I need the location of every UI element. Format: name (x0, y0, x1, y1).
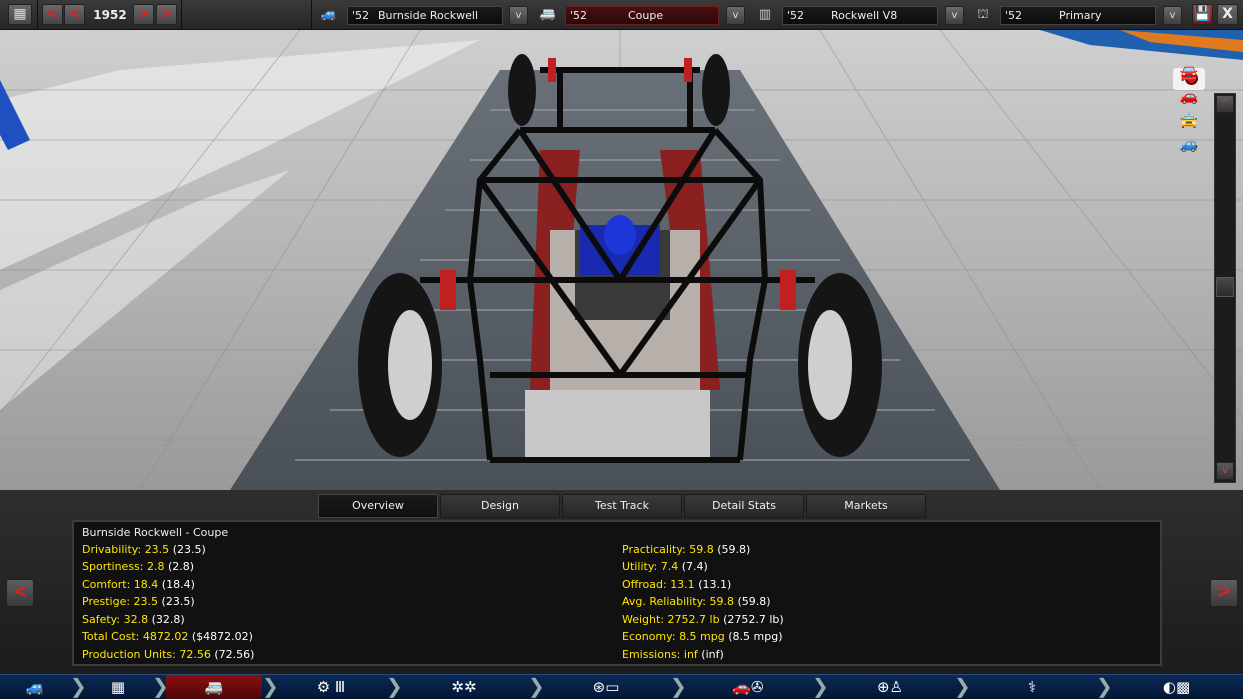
engine-name: Rockwell V8 (831, 9, 898, 22)
stat-avg-reliability: Avg. Reliability: 59.8 (59.8) (622, 595, 771, 608)
variant-name: Primary (1059, 9, 1102, 22)
engine-select[interactable]: '52 Rockwell V8 (782, 6, 938, 25)
car-side-icon[interactable]: 🚗 (1174, 88, 1204, 104)
chassis-icon[interactable]: ▦ (84, 675, 152, 699)
engine-year: '52 (787, 9, 805, 22)
car-front-icon[interactable]: 🚘 (1174, 65, 1204, 81)
car-designer-screen: ▦ < < 1952 > > 🚙 '52 Burnside Rockwell v… (0, 0, 1243, 699)
chevron-right-icon: ❯ (954, 674, 971, 698)
save-icon[interactable]: 💾 (1192, 4, 1213, 25)
model-select[interactable]: '52 Burnside Rockwell (347, 6, 503, 25)
stat-prestige: Prestige: 23.5 (23.5) (82, 595, 195, 608)
3d-viewport[interactable]: 🚘 🚗 🚖 🚙 ^ v ✕ (0, 30, 1243, 490)
car-body-icon: 🚐 (539, 7, 557, 22)
aero-icon[interactable]: 🚗✇ (684, 675, 812, 699)
stat-comfort: Comfort: 18.4 (18.4) (82, 578, 195, 591)
trim-dropdown-button[interactable]: v (726, 6, 745, 25)
model-dropdown-button[interactable]: v (509, 6, 528, 25)
stat-production-units: Production Units: 72.56 (72.56) (82, 648, 255, 661)
car-model-icon[interactable]: 🚙 (0, 675, 70, 699)
tab-overview[interactable]: Overview (318, 494, 438, 518)
engine-dropdown-button[interactable]: v (945, 6, 964, 25)
tab-detail-stats[interactable]: Detail Stats (684, 494, 804, 518)
stat-utility: Utility: 7.4 (7.4) (622, 560, 708, 573)
tab-test-track[interactable]: Test Track (562, 494, 682, 518)
trim-select[interactable]: '52 Coupe (565, 6, 719, 25)
stat-safety: Safety: 32.8 (32.8) (82, 613, 185, 626)
tab-design[interactable]: Design (440, 494, 560, 518)
stat-emissions: Emissions: inf (inf) (622, 648, 724, 661)
model-year: '52 (352, 9, 370, 22)
scroll-down-button[interactable]: v (1216, 462, 1234, 480)
variant-year: '52 (1005, 9, 1023, 22)
engine-variant-icon: ⛫ (977, 7, 989, 22)
car-rear-icon[interactable]: 🚖 (1174, 112, 1204, 128)
stat-weight: Weight: 2752.7 lb (2752.7 lb) (622, 613, 784, 626)
chevron-right-icon: ❯ (386, 674, 403, 698)
stat-offroad: Offroad: 13.1 (13.1) (622, 578, 732, 591)
chassis-render (0, 30, 1243, 490)
next-page-button[interactable]: > (1210, 579, 1238, 607)
stat-drivability: Drivability: 23.5 (23.5) (82, 543, 206, 556)
year-back-far-button[interactable]: < (42, 4, 63, 25)
overview-stats-box: Burnside Rockwell - Coupe Drivability: 2… (72, 520, 1162, 666)
prev-page-button[interactable]: < (6, 579, 34, 607)
chevron-right-icon: ❯ (262, 674, 279, 698)
close-button[interactable]: X (1217, 4, 1238, 25)
finish-icon[interactable]: ◐▩ (1110, 675, 1243, 699)
engine-icon: ▥ (758, 7, 772, 22)
year-back-button[interactable]: < (64, 4, 85, 25)
car-top-icon[interactable]: 🚙 (1174, 136, 1204, 152)
trim-name: Coupe (628, 9, 664, 22)
scroll-thumb[interactable] (1216, 277, 1234, 297)
design-stage-nav: 🚙 ❯ ▦ ❯ 🚐 ❯ ⚙ Ⅲ ❯ ✲✲ ❯ ⊛▭ ❯ 🚗✇ ❯ ⊕♙ ❯ ⚕ … (0, 674, 1243, 699)
variant-dropdown-button[interactable]: v (1163, 6, 1182, 25)
trim-year: '52 (570, 9, 588, 22)
wheels-icon[interactable]: ✲✲ (400, 675, 528, 699)
car-model-icon: 🚙 (320, 7, 338, 22)
chevron-right-icon: ❯ (70, 674, 87, 698)
body-icon[interactable]: 🚐 (166, 675, 262, 699)
stats-panel: Overview Design Test Track Detail Stats … (0, 490, 1243, 674)
chevron-right-icon: ❯ (812, 674, 829, 698)
engine-gearbox-icon[interactable]: ⚙ Ⅲ (276, 675, 386, 699)
stat-total-cost: Total Cost: 4872.02 ($4872.02) (82, 630, 253, 643)
model-name: Burnside Rockwell (378, 9, 479, 22)
suspension-icon[interactable]: ⚕ (968, 675, 1096, 699)
interior-icon[interactable]: ⊕♙ (826, 675, 954, 699)
chevron-right-icon: ❯ (1096, 674, 1113, 698)
variant-select[interactable]: '52 Primary (1000, 6, 1156, 25)
tab-markets[interactable]: Markets (806, 494, 926, 518)
chevron-right-icon: ❯ (670, 674, 687, 698)
chevron-right-icon: ❯ (528, 674, 545, 698)
top-toolbar: ▦ < < 1952 > > 🚙 '52 Burnside Rockwell v… (0, 0, 1243, 30)
stat-sportiness: Sportiness: 2.8 (2.8) (82, 560, 195, 573)
year-display: 1952 (93, 8, 127, 22)
scroll-up-button[interactable]: ^ (1216, 95, 1234, 113)
car-title: Burnside Rockwell - Coupe (82, 526, 229, 539)
year-forward-button[interactable]: > (133, 4, 154, 25)
zoom-scrollbar[interactable]: ^ v (1214, 93, 1236, 483)
calendar-icon[interactable]: ▦ (8, 4, 32, 25)
stat-practicality: Practicality: 59.8 (59.8) (622, 543, 751, 556)
brakes-icon[interactable]: ⊛▭ (542, 675, 670, 699)
stat-economy: Economy: 8.5 mpg (8.5 mpg) (622, 630, 783, 643)
year-forward-far-button[interactable]: > (156, 4, 177, 25)
chevron-right-icon: ❯ (152, 674, 169, 698)
